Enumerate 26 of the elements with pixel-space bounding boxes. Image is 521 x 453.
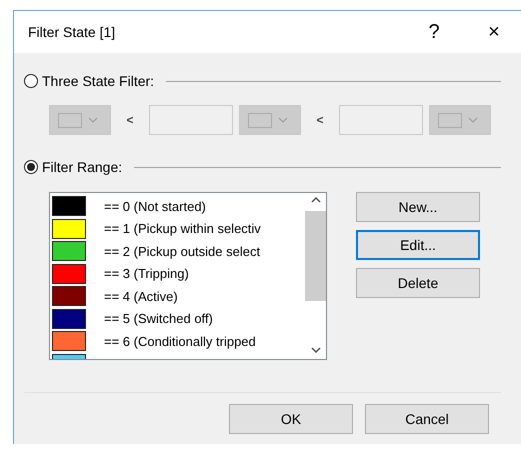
chevron-down-icon [468,117,478,123]
list-item[interactable]: == 0 (Not started) [104,198,206,214]
action-button[interactable]: Edit... [356,230,480,260]
window-title: Filter State [1] [28,24,116,40]
list-item[interactable]: == 1 (Pickup within selectiv [104,221,261,236]
help-button[interactable]: ? [409,12,459,52]
action-button[interactable]: Delete [356,268,480,298]
scroll-thumb[interactable] [305,211,326,301]
ok-button[interactable]: OK [229,404,353,434]
radio-button[interactable] [24,160,38,174]
list-item[interactable]: == 5 (Switched off) [104,311,213,326]
list-item[interactable]: == 4 (Active) [104,288,178,304]
scroll-down-icon[interactable] [310,347,320,353]
action-button[interactable]: New... [356,192,480,222]
group-label: Filter Range: [42,159,122,175]
close-button[interactable]: × [469,12,519,52]
list-item[interactable]: == 3 (Tripping) [104,266,189,282]
chevron-down-icon [278,117,288,123]
list-item[interactable]: == 6 (Conditionally tripped [104,334,256,349]
group-label: Three State Filter: [42,73,154,89]
scroll-up-icon[interactable] [310,197,320,203]
less-than-sign: < [315,113,324,127]
chevron-down-icon [88,117,98,123]
less-than-sign: < [125,113,134,127]
list-item[interactable]: == 2 (Pickup outside select [104,244,260,259]
cancel-button[interactable]: Cancel [365,404,489,434]
